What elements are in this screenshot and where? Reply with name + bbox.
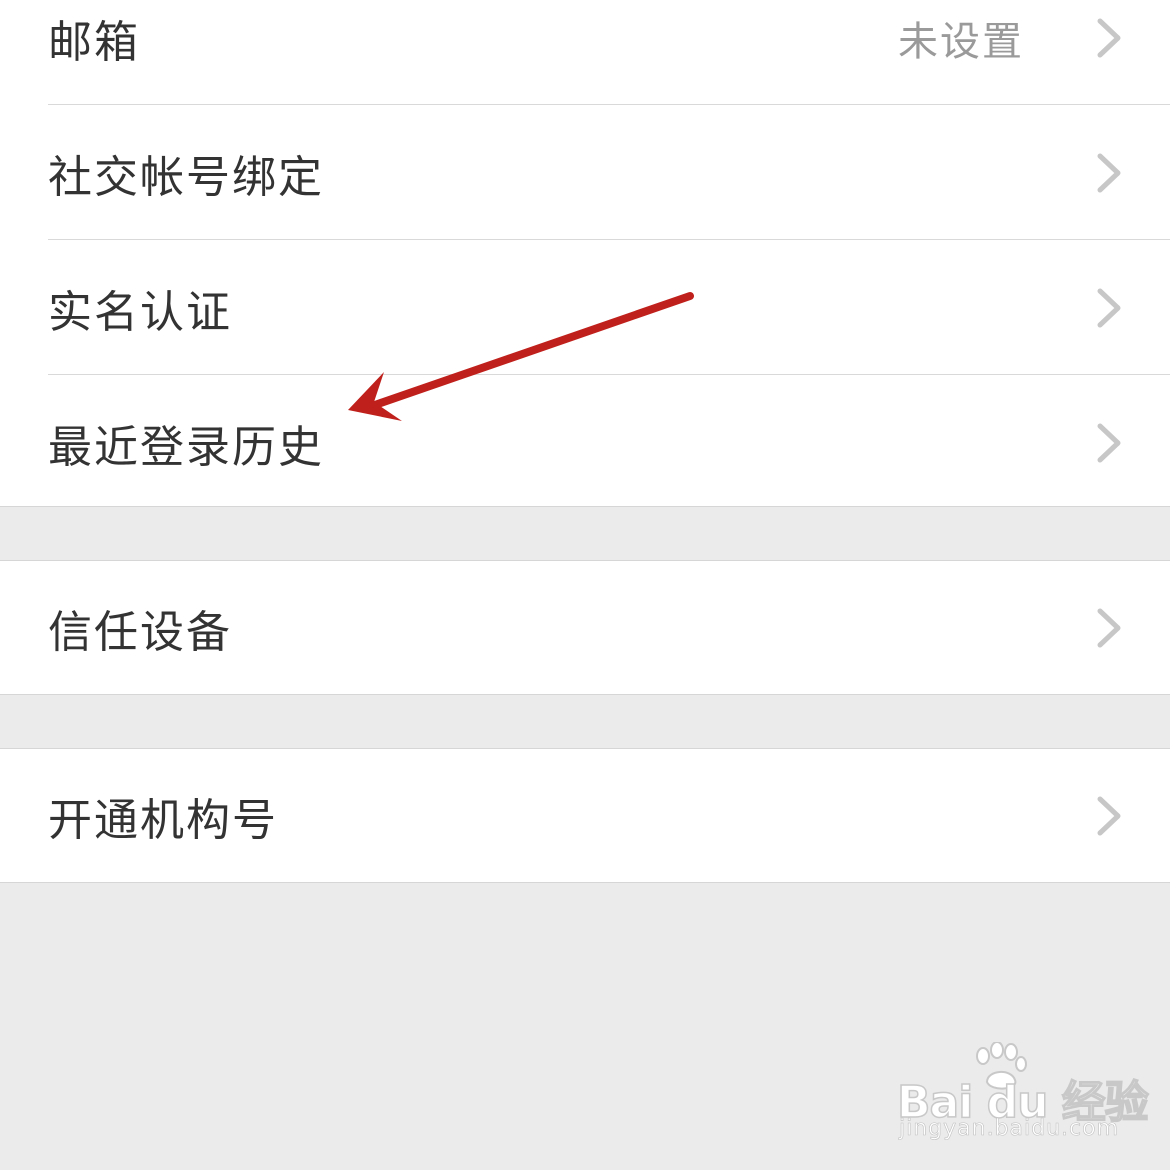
baidu-jingyan-watermark: Bai du 经验 jingyan.baidu.com (895, 1042, 1150, 1152)
chevron-right-icon (1097, 153, 1121, 192)
email-label: 邮箱 (48, 16, 140, 68)
settings-row-login-history[interactable]: 最近登录历史 (0, 375, 1170, 510)
settings-group-devices: 信任设备 (0, 560, 1170, 695)
group-border (0, 882, 1170, 883)
login-history-label: 最近登录历史 (48, 421, 324, 473)
watermark-url: jingyan.baidu.com (899, 1116, 1120, 1142)
settings-group-organization: 开通机构号 (0, 748, 1170, 883)
settings-group-account: 邮箱 未设置 社交帐号绑定 实名认证 最近登录历史 (0, 0, 1170, 507)
chevron-right-icon (1097, 18, 1121, 57)
group-border (0, 506, 1170, 507)
chevron-right-icon (1097, 796, 1121, 835)
social-accounts-label: 社交帐号绑定 (48, 151, 324, 203)
account-security-settings-page: 邮箱 未设置 社交帐号绑定 实名认证 最近登录历史 信任设备 开通机构号 Bai… (0, 0, 1170, 1170)
group-border (0, 694, 1170, 695)
settings-row-trusted-devices[interactable]: 信任设备 (0, 560, 1170, 695)
chevron-right-icon (1097, 608, 1121, 647)
email-value: 未设置 (898, 18, 1024, 65)
settings-row-real-name-verification[interactable]: 实名认证 (0, 240, 1170, 375)
settings-row-email[interactable]: 邮箱 未设置 (0, 0, 1170, 105)
chevron-right-icon (1097, 288, 1121, 327)
open-organization-account-label: 开通机构号 (48, 794, 278, 846)
settings-row-open-organization-account[interactable]: 开通机构号 (0, 748, 1170, 883)
chevron-right-icon (1097, 423, 1121, 462)
real-name-verification-label: 实名认证 (48, 286, 232, 338)
trusted-devices-label: 信任设备 (48, 606, 232, 658)
settings-row-social-accounts[interactable]: 社交帐号绑定 (0, 105, 1170, 240)
